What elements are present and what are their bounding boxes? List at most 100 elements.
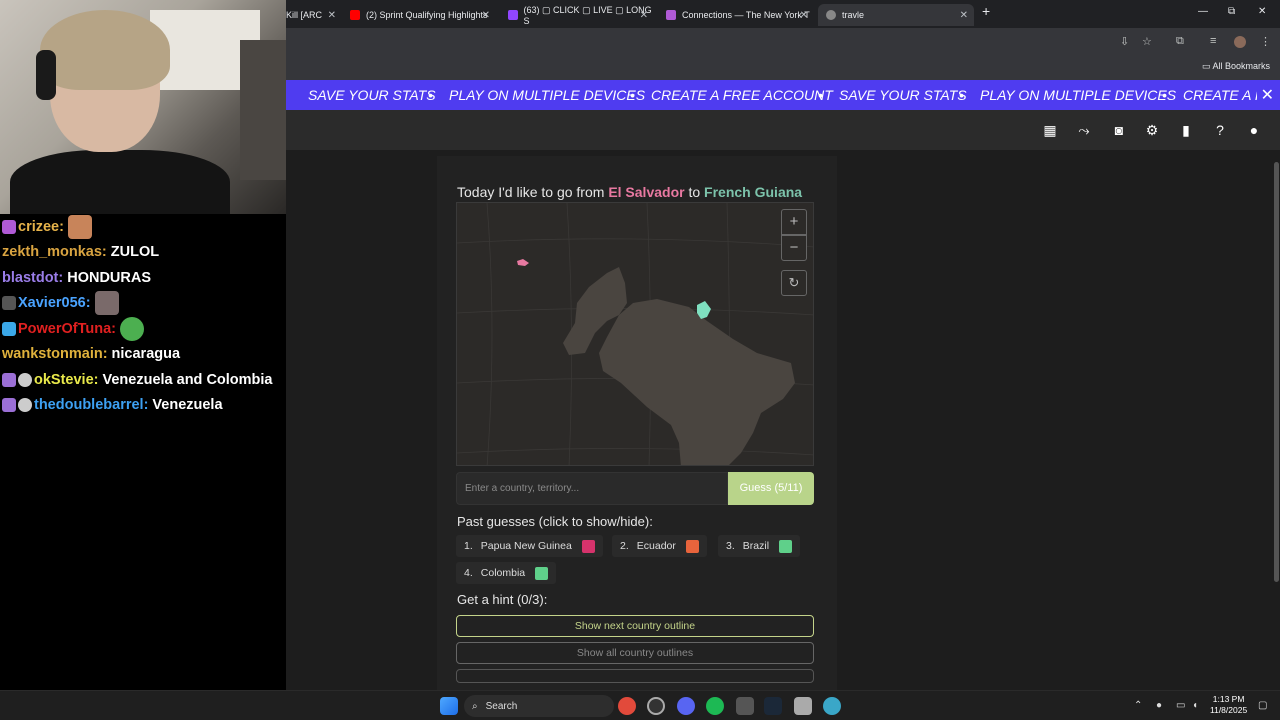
tab-twitch[interactable]: (63) ▢ CLICK ▢ LIVE ▢ LONG S ✕ [504, 4, 654, 26]
show-next-outline-button[interactable]: Show next country outline [456, 615, 814, 637]
marquee-bullet: • [959, 87, 964, 103]
close-window-button[interactable]: ✕ [1258, 6, 1266, 17]
extensions-icon[interactable]: ⧉ [1176, 35, 1184, 48]
taskbar-search[interactable]: ⌕ Search [464, 695, 614, 717]
chat-line: PowerOfTuna: [0, 316, 286, 342]
zoom-out-button[interactable]: − [781, 235, 807, 261]
calculator-icon[interactable] [794, 697, 812, 715]
emote-icon [67, 214, 92, 239]
guess-item[interactable]: 1. Papua New Guinea [456, 535, 603, 557]
close-tab-icon[interactable]: ✕ [800, 10, 808, 21]
obs-icon[interactable] [647, 697, 665, 715]
browser-toolbar: ⇩ ☆ ⧉ ≡ ⋮ [286, 28, 1280, 56]
user-icon[interactable]: ● [1246, 122, 1262, 138]
address-bar[interactable] [286, 30, 1106, 54]
notification-icon[interactable]: ▢ [1258, 700, 1267, 711]
browser-app-icon[interactable] [823, 697, 841, 715]
menu-icon[interactable]: ⋮ [1260, 35, 1271, 48]
chat-line: Xavier056: [0, 291, 286, 317]
restore-button[interactable]: ⧉ [1228, 6, 1235, 17]
install-icon[interactable]: ⇩ [1120, 35, 1129, 48]
route-prompt: Today I'd like to go from El Salvador to… [457, 184, 803, 200]
tab-sprint[interactable]: (2) Sprint Qualifying Highlights ✕ [346, 4, 496, 26]
chat-user: blastdot: [2, 269, 64, 286]
guess-color-swatch [779, 539, 793, 553]
steam-icon[interactable] [764, 697, 782, 715]
more-hint-button[interactable] [456, 669, 814, 683]
guess-item[interactable]: 3. Brazil [718, 535, 801, 557]
guess-color-swatch [581, 539, 595, 553]
volume-icon[interactable]: ◖ [1192, 700, 1198, 711]
screen: crizee: zekth_monkas: ZULOL blastdot: HO… [0, 0, 1280, 720]
tray-chevron-icon[interactable]: ⌃ [1134, 700, 1142, 711]
network-icon[interactable]: ▭ [1176, 700, 1185, 711]
stream-chat: crizee: zekth_monkas: ZULOL blastdot: HO… [0, 214, 286, 690]
from-country: El Salvador [608, 184, 685, 200]
close-tab-icon[interactable]: ✕ [328, 10, 336, 21]
to-country: French Guiana [704, 184, 803, 200]
hint-label: Get a hint (0/3): [457, 592, 548, 607]
discord-icon[interactable] [677, 697, 695, 715]
media-icon[interactable]: ≡ [1210, 35, 1216, 47]
chat-user: wankstonmain: [2, 346, 108, 363]
map-view[interactable]: + − ↻ [456, 202, 814, 466]
close-marquee-button[interactable]: ✕ [1256, 85, 1274, 105]
chat-user: okStevie: [34, 371, 99, 388]
new-tab-button[interactable]: + [982, 3, 990, 19]
chat-user: Xavier056: [18, 295, 91, 312]
star-icon[interactable]: ☆ [1142, 35, 1152, 48]
tab-connections[interactable]: Connections — The New York T ✕ [662, 4, 814, 26]
all-bookmarks-button[interactable]: ▭ All Bookmarks [1202, 61, 1270, 72]
close-tab-icon[interactable]: ✕ [640, 10, 648, 21]
taskbar-clock[interactable]: 1:13 PM 11/8/2025 [1210, 694, 1247, 716]
close-tab-icon[interactable]: ✕ [482, 10, 490, 21]
marquee-item: SAVE YOUR STATS [308, 87, 436, 103]
page-scrollbar[interactable] [1272, 150, 1280, 684]
tab-travle[interactable]: travle ✕ [818, 4, 974, 26]
zoom-in-button[interactable]: + [781, 209, 807, 235]
guess-button[interactable]: Guess (5/11) [728, 472, 814, 505]
spotify-icon[interactable] [706, 697, 724, 715]
show-all-outlines-button[interactable]: Show all country outlines [456, 642, 814, 664]
marquee-bullet: • [428, 87, 433, 103]
microphone-icon[interactable]: ● [1156, 700, 1162, 711]
stats-icon[interactable]: ▮ [1178, 122, 1194, 138]
tab-arc[interactable]: Kill [ARC ✕ [286, 4, 342, 26]
profile-avatar[interactable] [1234, 36, 1246, 48]
close-tab-icon[interactable]: ✕ [960, 10, 968, 21]
marquee-bullet: • [1162, 87, 1167, 103]
route-icon[interactable]: ⤳ [1076, 122, 1092, 138]
guess-color-swatch [535, 566, 549, 580]
chat-message: Venezuela and Colombia [102, 371, 273, 388]
el-salvador-shape [517, 259, 529, 266]
gamepad-icon[interactable]: ◙ [1110, 122, 1128, 138]
emote-icon [94, 291, 119, 316]
reset-view-button[interactable]: ↻ [781, 270, 807, 296]
chrome-icon[interactable] [618, 697, 636, 715]
gear-icon[interactable]: ⚙ [1144, 122, 1160, 138]
marquee-item: PLAY ON MULTIPLE DEVICES [980, 87, 1177, 103]
scroll-thumb[interactable] [1274, 162, 1279, 582]
chat-message: nicaragua [111, 346, 181, 363]
youtube-icon [350, 10, 360, 20]
chat-line: thedoublebarrel: Venezuela [0, 393, 286, 419]
marquee-item: PLAY ON MULTIPLE DEVICES [449, 87, 646, 103]
chat-line: okStevie: Venezuela and Colombia [0, 367, 286, 393]
minimize-button[interactable]: — [1198, 6, 1208, 17]
guess-item[interactable]: 4. Colombia [456, 562, 557, 584]
chat-line: crizee: [0, 214, 286, 240]
windows-start-icon[interactable] [440, 697, 458, 715]
app-icon[interactable] [736, 697, 754, 715]
country-input[interactable] [456, 472, 728, 505]
game-page: Today I'd like to go from El Salvador to… [286, 150, 1280, 696]
guess-item[interactable]: 2. Ecuador [612, 535, 707, 557]
calendar-icon[interactable]: ▦ [1042, 122, 1058, 138]
chat-line: blastdot: HONDURAS [0, 265, 286, 291]
nyt-icon [666, 10, 676, 20]
past-guesses-label[interactable]: Past guesses (click to show/hide): [457, 514, 653, 529]
emote-icon [120, 316, 145, 341]
marquee-item: SAVE YOUR STATS [839, 87, 967, 103]
help-icon[interactable]: ? [1212, 122, 1228, 138]
chat-message: HONDURAS [67, 269, 151, 286]
bookmarks-bar: ▭ All Bookmarks [286, 56, 1280, 80]
